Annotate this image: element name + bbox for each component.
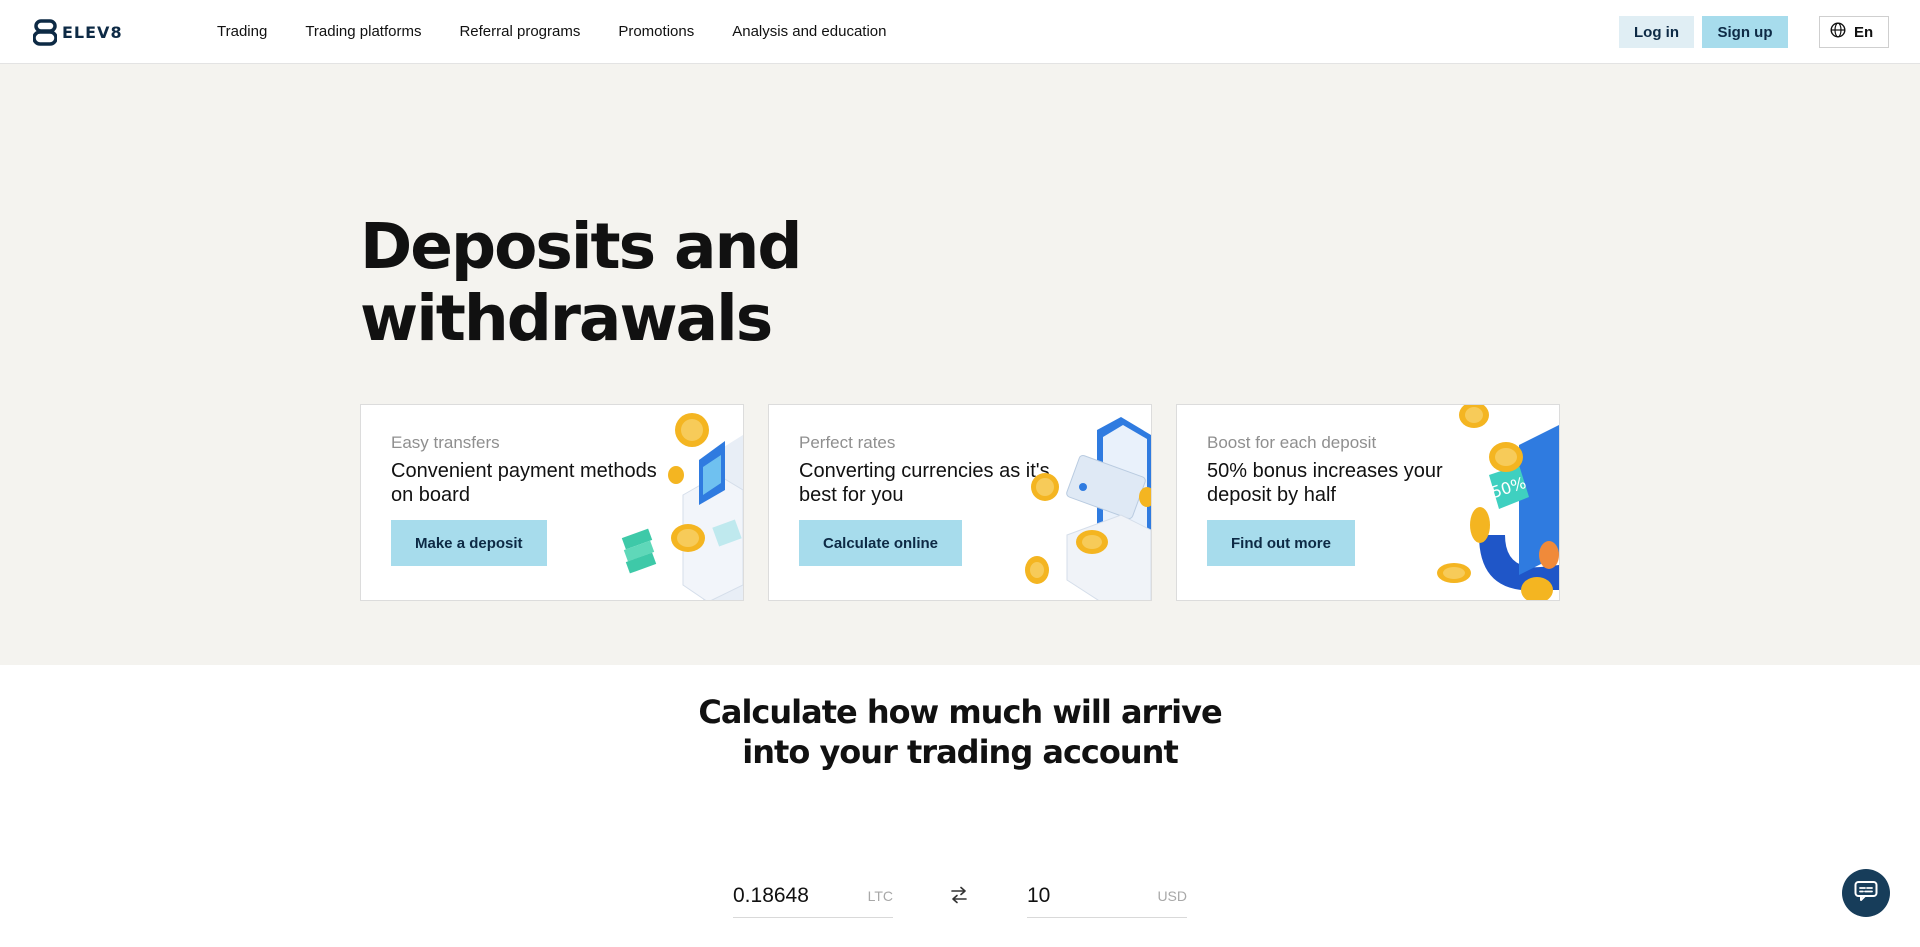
bonus-magnet-illustration: 50% <box>1419 405 1559 600</box>
nav-trading-platforms[interactable]: Trading platforms <box>305 22 421 42</box>
page-title: Deposits and withdrawals <box>360 210 803 355</box>
feature-card-deposit-bonus: Boost for each deposit 50% bonus increas… <box>1176 404 1560 601</box>
login-button[interactable]: Log in <box>1619 16 1694 48</box>
nav-analysis-education[interactable]: Analysis and education <box>732 22 886 42</box>
from-amount-field[interactable]: 0.18648 LTC <box>733 876 893 918</box>
title-line-2: withdrawals <box>360 282 773 355</box>
phone-card-coins-illustration <box>1011 405 1151 600</box>
logo[interactable]: ELEV8 <box>33 18 123 46</box>
from-amount-value[interactable]: 0.18648 <box>733 884 809 908</box>
feature-card-easy-transfers: Easy transfers Convenient payment method… <box>360 404 744 601</box>
elev8-logo-icon <box>33 18 57 46</box>
chat-button[interactable] <box>1842 869 1890 917</box>
calculator-title-line-1: Calculate how much will arrive <box>698 693 1222 731</box>
nav-referral-programs[interactable]: Referral programs <box>459 22 580 42</box>
feature-card-perfect-rates: Perfect rates Converting currencies as i… <box>768 404 1152 601</box>
main-nav: Trading Trading platforms Referral progr… <box>217 22 925 42</box>
to-currency-unit: USD <box>1157 888 1187 904</box>
hero-section: Deposits and withdrawals Easy transfers … <box>0 64 1920 665</box>
from-currency-unit: LTC <box>867 888 893 904</box>
language-label: En <box>1854 23 1874 41</box>
calculate-online-button[interactable]: Calculate online <box>799 520 963 566</box>
card-eyebrow: Easy transfers <box>391 433 500 452</box>
credit-card-coins-illustration <box>603 405 743 600</box>
card-eyebrow: Perfect rates <box>799 433 896 452</box>
to-amount-field[interactable]: 10 USD <box>1027 876 1187 918</box>
language-selector[interactable]: En <box>1819 16 1889 48</box>
calculator-title: Calculate how much will arrive into your… <box>0 692 1920 772</box>
make-deposit-button[interactable]: Make a deposit <box>391 520 547 566</box>
swap-arrows-icon[interactable] <box>950 886 968 909</box>
nav-promotions[interactable]: Promotions <box>618 22 694 42</box>
title-line-1: Deposits and <box>360 210 803 283</box>
card-eyebrow: Boost for each deposit <box>1207 433 1377 452</box>
to-amount-value[interactable]: 10 <box>1027 884 1050 908</box>
nav-trading[interactable]: Trading <box>217 22 267 42</box>
find-out-more-button[interactable]: Find out more <box>1207 520 1355 566</box>
globe-icon <box>1830 22 1854 42</box>
calculator-title-line-2: into your trading account <box>742 733 1178 771</box>
chat-icon <box>1854 880 1878 907</box>
signup-button[interactable]: Sign up <box>1702 16 1788 48</box>
logo-text: ELEV8 <box>62 22 123 42</box>
site-header: ELEV8 Trading Trading platforms Referral… <box>0 0 1920 64</box>
